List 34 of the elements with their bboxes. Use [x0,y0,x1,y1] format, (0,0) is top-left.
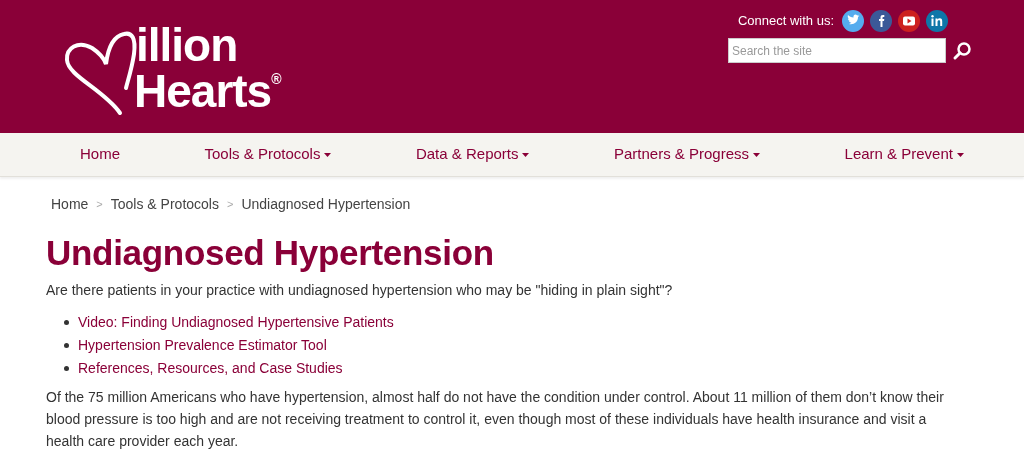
caret-icon [753,152,761,157]
page-title: Undiagnosed Hypertension [46,235,495,270]
logo[interactable]: illion Hearts® [64,0,282,133]
linkedin-icon[interactable] [926,10,948,32]
caret-icon [324,152,332,157]
resource-link[interactable]: Hypertension Prevalence Estimator Tool [78,335,327,356]
registered-mark: ® [271,71,282,86]
breadcrumb-separator: > [226,197,234,213]
resource-link[interactable]: References, Resources, and Case Studies [78,358,343,379]
logo-text: Hearts [134,67,272,114]
nav-link[interactable]: Learn & Prevent [844,143,964,166]
resource-link[interactable]: Video: Finding Undiagnosed Hypertensive Patients [78,312,394,333]
bird-icon[interactable] [842,10,864,32]
nav-link[interactable]: Partners & Progress [614,143,761,166]
search-field[interactable]: Search the site [728,38,946,63]
bullet-icon [64,366,69,371]
play-icon[interactable] [898,10,920,32]
breadcrumb-item[interactable]: Home [51,194,89,215]
breadcrumb-separator: > [96,197,103,213]
logo-text: illion [136,21,239,68]
intro-text: Are there patients in your practice with undiagnosed hypertension who may be "hiding in plain sight"? [46,281,674,300]
nav-link[interactable]: Tools & Protocols [204,143,332,166]
bullet-icon [64,320,69,325]
breadcrumb-item: Undiagnosed Hypertension [241,195,411,214]
caret-icon [522,152,530,157]
nav-link[interactable]: Data & Reports [415,143,530,166]
bullet-icon [64,343,69,348]
connect-label: Connect with us: [737,12,834,31]
nav-link[interactable]: Home [80,143,120,166]
facebook-icon[interactable] [870,10,892,32]
search-icon[interactable] [952,40,972,61]
body-text: Of the 75 million Americans who have hypertension, almost half do not have the condition under control. About 11 million of them don’t know their blood pressure is too high and are not receiving treatment to control it, even though most of these individuals have health insurance and visit a health care provider each year. [46,388,945,451]
breadcrumb-item[interactable]: Tools & Protocols [110,194,219,215]
caret-icon [957,152,964,157]
